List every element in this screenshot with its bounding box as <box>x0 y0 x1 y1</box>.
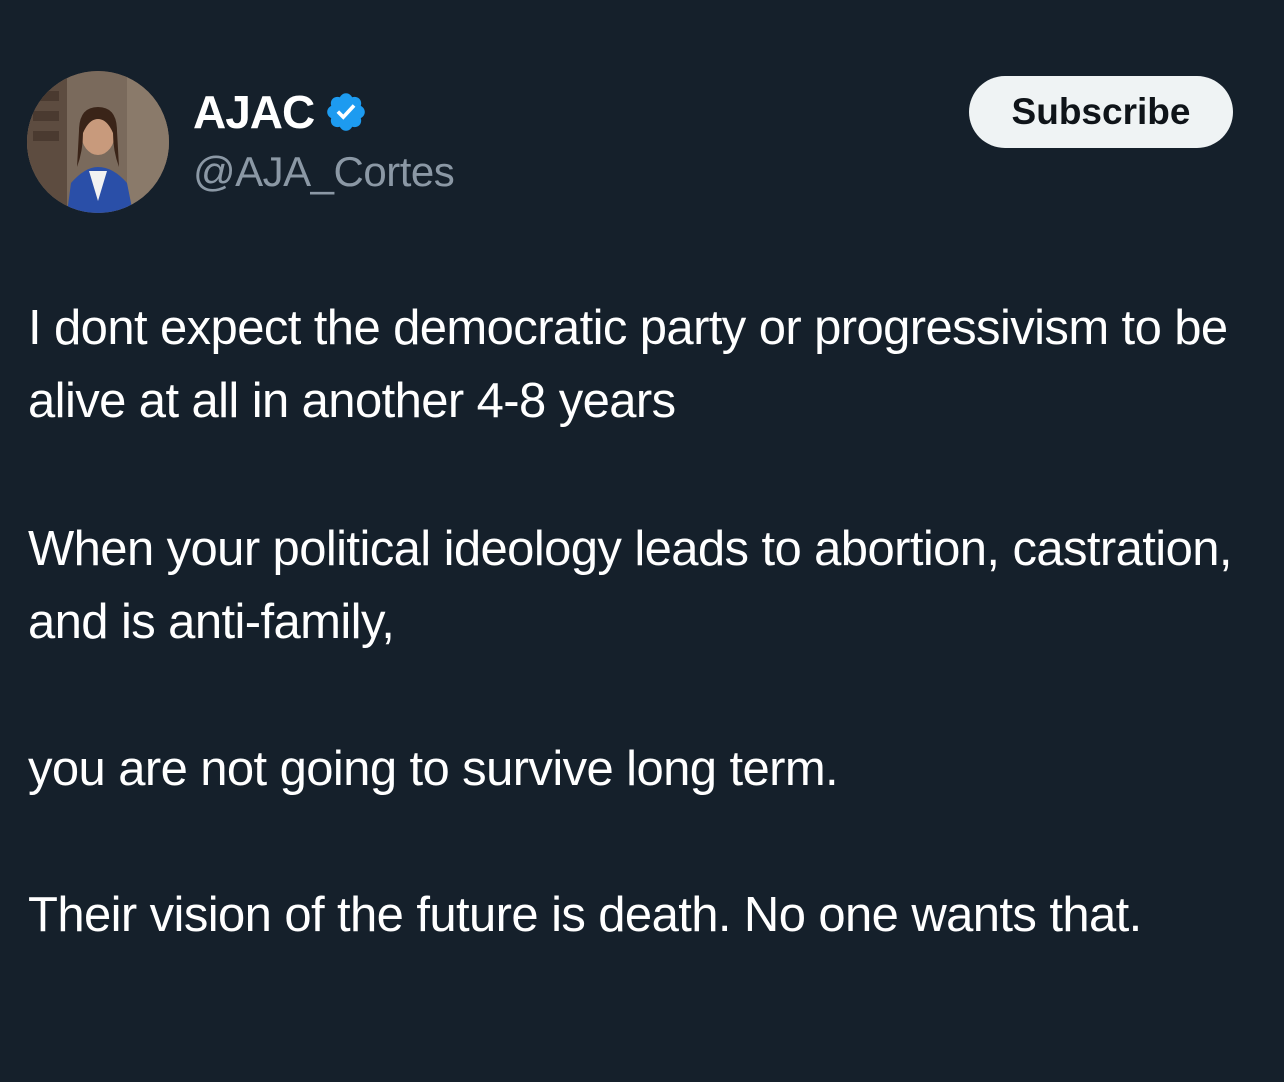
tweet-paragraph: I dont expect the democratic party or pr… <box>28 301 1228 428</box>
author-handle[interactable]: @AJA_Cortes <box>193 146 455 198</box>
verified-badge-icon <box>324 90 368 134</box>
author-name-row[interactable]: AJAC <box>193 86 368 138</box>
avatar-image <box>27 71 169 213</box>
author-display-name[interactable]: AJAC <box>193 86 315 138</box>
subscribe-button[interactable]: Subscribe <box>969 76 1233 148</box>
avatar[interactable] <box>27 71 169 213</box>
tweet-paragraph: Their vision of the future is death. No … <box>28 888 1142 942</box>
tweet-paragraph: When your political ideology leads to ab… <box>28 522 1233 649</box>
tweet-header: AJAC @AJA_Cortes Subscribe <box>0 0 1284 240</box>
tweet-paragraph: you are not going to survive long term. <box>28 742 839 796</box>
